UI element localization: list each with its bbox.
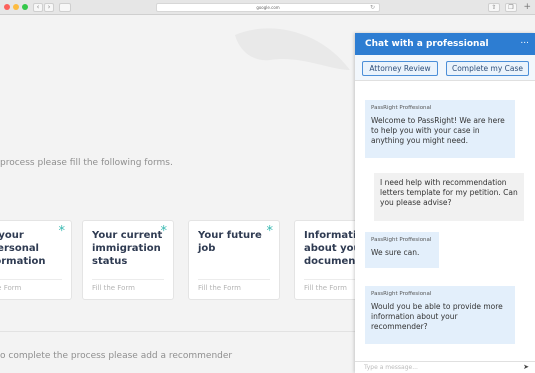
forms-instruction: process please fill the following forms. — [0, 158, 173, 168]
complete-case-button[interactable]: Complete my Case — [446, 61, 529, 76]
share-icon[interactable]: ⇧ — [488, 3, 500, 12]
card-title: Your future job — [198, 230, 262, 254]
chat-input-placeholder: Type a message... — [364, 364, 418, 371]
send-icon[interactable]: ➤ — [523, 363, 529, 371]
chat-header: Chat with a professional ... — [355, 33, 535, 55]
address-bar[interactable]: google.com ↻ — [156, 3, 380, 12]
chat-panel: Chat with a professional ... Attorney Re… — [355, 33, 535, 373]
recommender-prompt: o complete the process please add a reco… — [0, 351, 233, 361]
close-window-icon[interactable] — [4, 4, 10, 10]
minimize-window-icon[interactable] — [13, 4, 19, 10]
tabs-icon[interactable]: ❐ — [505, 3, 517, 12]
fill-form-link[interactable]: the Form — [0, 284, 21, 292]
message-text: We sure can. — [371, 248, 420, 257]
new-tab-icon[interactable]: + — [523, 2, 531, 12]
message-text: Welcome to PassRight! We are here to hel… — [371, 116, 505, 145]
chat-message: I need help with recommendation letters … — [374, 173, 524, 221]
url-text: google.com — [256, 5, 280, 10]
form-card-personal[interactable]: r your personal formation * the Form — [0, 220, 72, 300]
required-icon: * — [266, 224, 274, 239]
chat-message: PassRight Proffesional Would you be able… — [365, 286, 515, 344]
form-card-future-job[interactable]: Your future job * Fill the Form — [188, 220, 280, 300]
card-divider — [0, 279, 62, 280]
fill-form-link[interactable]: Fill the Form — [198, 284, 241, 292]
message-sender: PassRight Proffesional — [371, 105, 432, 111]
fill-form-link[interactable]: Fill the Form — [304, 284, 347, 292]
fill-form-link[interactable]: Fill the Form — [92, 284, 135, 292]
form-card-immigration[interactable]: Your current immigration status * Fill t… — [82, 220, 174, 300]
back-icon[interactable]: ‹ — [33, 3, 43, 12]
required-icon: * — [160, 224, 168, 239]
message-text: I need help with recommendation letters … — [380, 178, 518, 207]
card-title: Your current immigration status — [92, 230, 163, 267]
message-text: Would you be able to provide more inform… — [371, 302, 503, 331]
message-sender: PassRight Proffesional — [371, 291, 432, 297]
attorney-review-button[interactable]: Attorney Review — [362, 61, 438, 76]
required-icon: * — [58, 224, 66, 239]
forward-icon[interactable]: › — [44, 3, 54, 12]
chat-message: PassRight Proffesional We sure can. — [365, 232, 439, 268]
chat-title: Chat with a professional — [365, 39, 489, 49]
sidebar-icon[interactable] — [59, 3, 71, 12]
chat-message: PassRight Proffesional Welcome to PassRi… — [365, 100, 515, 158]
card-divider — [92, 279, 164, 280]
maximize-window-icon[interactable] — [22, 4, 28, 10]
chat-input[interactable]: Type a message... ➤ — [355, 361, 535, 373]
message-sender: PassRight Proffesional — [371, 237, 432, 243]
reload-icon[interactable]: ↻ — [370, 4, 375, 12]
minimize-chat-icon[interactable]: ... — [520, 30, 529, 52]
chat-actions: Attorney Review Complete my Case — [355, 55, 535, 81]
card-divider — [198, 279, 270, 280]
browser-toolbar: ‹ › google.com ↻ ⇧ ❐ + — [0, 0, 535, 15]
section-divider — [0, 331, 360, 332]
card-title: r your personal formation — [0, 230, 46, 267]
